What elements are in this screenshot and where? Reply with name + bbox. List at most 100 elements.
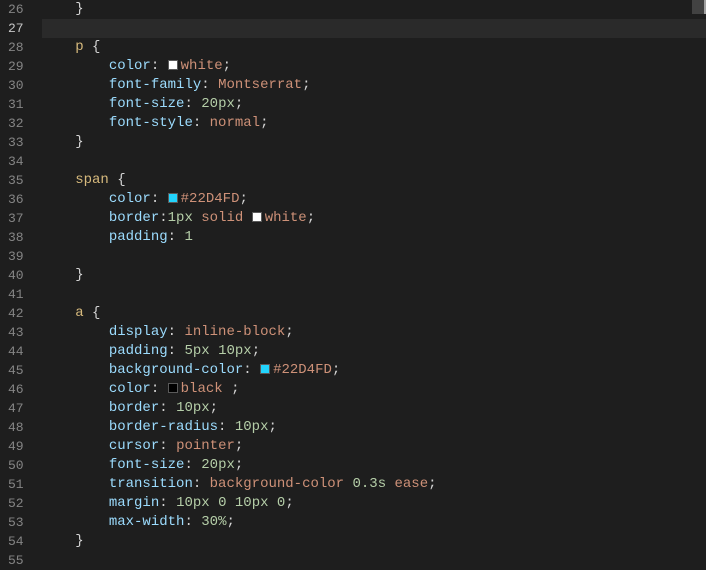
token-prop: max-width (109, 514, 185, 530)
code-line[interactable]: } (42, 133, 706, 152)
token-punc: ; (235, 457, 243, 473)
code-line[interactable]: font-style: normal; (42, 114, 706, 133)
token-punc: ; (235, 96, 243, 112)
line-number: 39 (8, 247, 24, 266)
token-punc: : (184, 514, 201, 530)
token-punc: : (159, 438, 176, 454)
line-number: 33 (8, 133, 24, 152)
line-number: 55 (8, 551, 24, 570)
line-number-gutter: 2627282930313233343536373839404142434445… (0, 0, 42, 557)
code-line[interactable]: max-width: 30%; (42, 513, 706, 532)
line-number: 49 (8, 437, 24, 456)
token-value: pointer (176, 438, 235, 454)
code-line[interactable]: p { (42, 38, 706, 57)
token-value: normal (210, 115, 260, 131)
token-number: 30% (201, 514, 226, 530)
token-punc: ; (223, 381, 240, 397)
code-line[interactable] (42, 19, 706, 38)
token-punc: ; (307, 210, 315, 226)
token-value: white (265, 210, 307, 226)
color-swatch-icon (168, 193, 178, 203)
token-prop: transition (109, 476, 193, 492)
code-line[interactable]: border: 10px; (42, 399, 706, 418)
token-brace: { (92, 39, 100, 55)
token-punc (386, 476, 394, 492)
token-punc: ; (285, 324, 293, 340)
token-punc: : (159, 210, 167, 226)
token-value: background-color (210, 476, 344, 492)
token-punc: ; (260, 115, 268, 131)
token-number: 10px (235, 495, 269, 511)
code-line[interactable]: padding: 1 (42, 228, 706, 247)
code-line[interactable]: padding: 5px 10px; (42, 342, 706, 361)
code-line[interactable]: border:1px solid white; (42, 209, 706, 228)
color-swatch-icon (252, 212, 262, 222)
line-number: 31 (8, 95, 24, 114)
code-line[interactable]: font-size: 20px; (42, 95, 706, 114)
token-number: 1 (184, 229, 192, 245)
code-line[interactable]: a { (42, 304, 706, 323)
line-number: 50 (8, 456, 24, 475)
token-number: 10px (235, 419, 269, 435)
line-number: 34 (8, 152, 24, 171)
code-line[interactable]: transition: background-color 0.3s ease; (42, 475, 706, 494)
token-selector: span (75, 172, 109, 188)
token-prop: border (109, 210, 159, 226)
line-number: 48 (8, 418, 24, 437)
code-line[interactable]: font-family: Montserrat; (42, 76, 706, 95)
token-punc: ; (285, 495, 293, 511)
code-line[interactable]: color: white; (42, 57, 706, 76)
token-punc: : (184, 96, 201, 112)
line-number: 38 (8, 228, 24, 247)
token-number: 1px (168, 210, 193, 226)
token-number: 10px (218, 343, 252, 359)
code-line[interactable]: margin: 10px 0 10px 0; (42, 494, 706, 513)
code-line[interactable]: display: inline-block; (42, 323, 706, 342)
token-brace: } (75, 533, 83, 549)
token-punc: : (218, 419, 235, 435)
token-prop: border-radius (109, 419, 218, 435)
line-number: 52 (8, 494, 24, 513)
code-line[interactable]: } (42, 266, 706, 285)
line-number: 41 (8, 285, 24, 304)
token-punc: : (193, 476, 210, 492)
code-editor[interactable]: 2627282930313233343536373839404142434445… (0, 0, 706, 557)
code-line[interactable]: background-color: #22D4FD; (42, 361, 706, 380)
token-prop: display (109, 324, 168, 340)
token-punc (269, 495, 277, 511)
token-punc: : (151, 191, 168, 207)
token-prop: margin (109, 495, 159, 511)
token-prop: font-size (109, 96, 185, 112)
code-line[interactable] (42, 551, 706, 570)
code-line[interactable]: color: black ; (42, 380, 706, 399)
code-line[interactable]: span { (42, 171, 706, 190)
line-number: 46 (8, 380, 24, 399)
vertical-scrollbar[interactable] (692, 0, 706, 557)
code-line[interactable]: cursor: pointer; (42, 437, 706, 456)
line-number: 45 (8, 361, 24, 380)
token-number: 5px (184, 343, 209, 359)
line-number: 54 (8, 532, 24, 551)
token-prop: font-family (109, 77, 201, 93)
code-line[interactable] (42, 152, 706, 171)
token-value: Montserrat (218, 77, 302, 93)
code-line[interactable]: color: #22D4FD; (42, 190, 706, 209)
token-value: #22D4FD (181, 191, 240, 207)
code-line[interactable]: } (42, 532, 706, 551)
line-number: 42 (8, 304, 24, 323)
code-line[interactable] (42, 285, 706, 304)
line-number: 44 (8, 342, 24, 361)
token-punc: ; (235, 438, 243, 454)
line-number: 27 (8, 19, 24, 38)
token-value: ease (395, 476, 429, 492)
code-line[interactable]: } (42, 0, 706, 19)
token-punc: ; (428, 476, 436, 492)
token-number: 20px (201, 457, 235, 473)
code-line[interactable]: font-size: 20px; (42, 456, 706, 475)
token-punc (243, 210, 251, 226)
code-line[interactable]: border-radius: 10px; (42, 418, 706, 437)
token-punc (84, 305, 92, 321)
code-line[interactable] (42, 247, 706, 266)
token-value: white (181, 58, 223, 74)
code-area[interactable]: } p { color: white; font-family: Montser… (42, 0, 706, 557)
